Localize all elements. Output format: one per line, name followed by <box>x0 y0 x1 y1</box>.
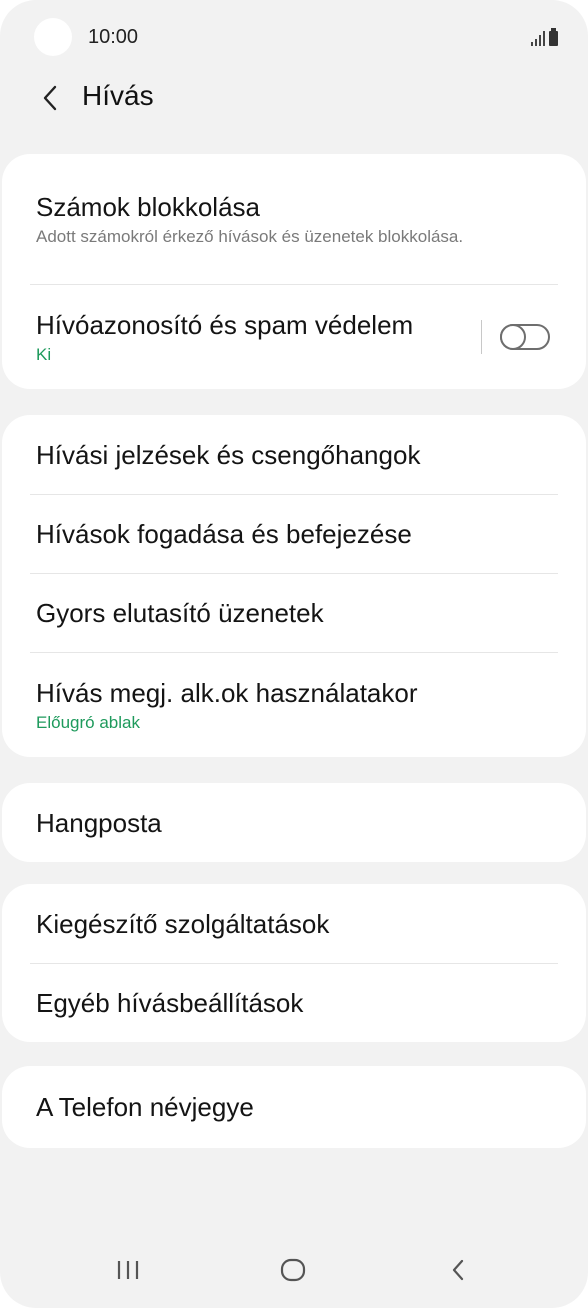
setting-status: Előugró ablak <box>36 712 140 732</box>
setting-voicemail[interactable]: Hangposta <box>2 783 586 862</box>
toggle-container <box>481 319 550 354</box>
chevron-left-icon[interactable] <box>36 84 64 112</box>
signal-icon <box>531 30 545 46</box>
setting-supplementary-services[interactable]: Kiegészítő szolgáltatások <box>2 884 586 963</box>
settings-group-about: A Telefon névjegye <box>2 1066 586 1148</box>
phone-screen: 10:00 Hívás Számok blokkolása Adott szám… <box>0 0 588 1308</box>
setting-answer-end-calls[interactable]: Hívások fogadása és befejezése <box>2 494 586 573</box>
spam-protection-toggle[interactable] <box>500 323 550 350</box>
back-nav-icon[interactable] <box>428 1250 488 1290</box>
settings-group-call-handling: Hívási jelzések és csengőhangok Hívások … <box>2 415 586 757</box>
setting-title: Számok blokkolása <box>36 192 260 222</box>
setting-other-call-settings[interactable]: Egyéb hívásbeállítások <box>2 963 586 1042</box>
setting-title: Hívási jelzések és csengőhangok <box>36 439 421 470</box>
app-bar: Hívás <box>0 70 588 126</box>
setting-title: Hívások fogadása és befejezése <box>36 518 412 549</box>
setting-about-phone[interactable]: A Telefon névjegye <box>2 1066 586 1148</box>
front-camera <box>34 18 72 56</box>
setting-title: A Telefon névjegye <box>36 1092 254 1122</box>
setting-ringtones[interactable]: Hívási jelzések és csengőhangok <box>2 415 586 494</box>
setting-title: Hívóazonosító és spam védelem <box>36 309 414 340</box>
settings-group-supplementary: Kiegészítő szolgáltatások Egyéb hívásbeá… <box>2 884 586 1042</box>
setting-title: Hangposta <box>36 807 162 838</box>
setting-status: Ki <box>36 344 52 364</box>
toggle-knob <box>500 323 526 350</box>
status-icons <box>531 26 558 46</box>
setting-title: Egyéb hívásbeállítások <box>36 987 304 1018</box>
setting-quick-decline[interactable]: Gyors elutasító üzenetek <box>2 573 586 652</box>
battery-icon <box>549 28 558 46</box>
navigation-bar <box>0 1232 588 1308</box>
page-title: Hívás <box>82 80 154 111</box>
setting-caller-id-spam[interactable]: Hívóazonosító és spam védelem Ki <box>2 284 586 389</box>
setting-title: Hívás megj. alk.ok használatakor <box>36 677 418 708</box>
settings-group-voicemail: Hangposta <box>2 783 586 862</box>
setting-call-display[interactable]: Hívás megj. alk.ok használatakor Előugró… <box>2 652 586 757</box>
home-icon[interactable] <box>263 1250 323 1290</box>
setting-title: Gyors elutasító üzenetek <box>36 597 324 628</box>
status-time: 10:00 <box>88 26 139 48</box>
status-bar: 10:00 <box>0 0 588 76</box>
setting-subtitle: Adott számokról érkező hívások és üzenet… <box>36 227 464 246</box>
divider <box>481 319 482 354</box>
setting-title: Kiegészítő szolgáltatások <box>36 908 330 939</box>
recent-apps-icon[interactable] <box>98 1250 158 1290</box>
setting-block-numbers[interactable]: Számok blokkolása Adott számokról érkező… <box>2 154 586 284</box>
settings-group-blocking: Számok blokkolása Adott számokról érkező… <box>2 154 586 389</box>
